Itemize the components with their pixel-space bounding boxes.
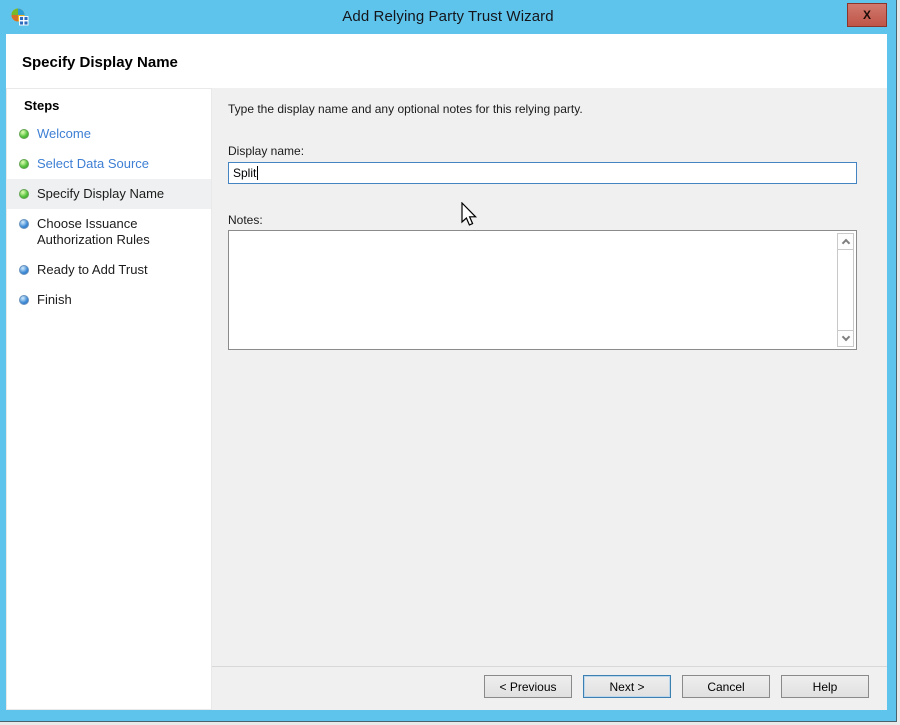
step-completed-icon xyxy=(19,189,29,199)
step-select-data-source[interactable]: Select Data Source xyxy=(7,149,211,179)
previous-button[interactable]: < Previous xyxy=(484,675,572,698)
scroll-up-button[interactable] xyxy=(838,234,853,250)
step-choose-issuance-authorization-rules: Choose Issuance Authorization Rules xyxy=(7,209,211,255)
text-caret xyxy=(257,166,258,180)
step-upcoming-icon xyxy=(19,295,29,305)
step-label: Specify Display Name xyxy=(37,186,179,202)
steps-title: Steps xyxy=(7,89,211,113)
form-area: Type the display name and any optional n… xyxy=(212,88,887,666)
display-name-label: Display name: xyxy=(228,144,857,158)
instruction-text: Type the display name and any optional n… xyxy=(228,102,857,117)
adfs-app-icon xyxy=(10,7,30,27)
notes-field xyxy=(228,230,857,350)
help-button[interactable]: Help xyxy=(781,675,869,698)
next-button[interactable]: Next > xyxy=(583,675,671,698)
close-icon: X xyxy=(863,8,871,22)
step-label: Finish xyxy=(37,292,179,308)
close-button[interactable]: X xyxy=(847,3,887,27)
step-label: Select Data Source xyxy=(37,156,179,172)
window-title: Add Relying Party Trust Wizard xyxy=(0,0,896,34)
notes-label: Notes: xyxy=(228,213,857,227)
display-name-input[interactable] xyxy=(228,162,857,184)
scroll-down-button[interactable] xyxy=(838,330,853,346)
page-header: Specify Display Name xyxy=(6,34,887,88)
cancel-button[interactable]: Cancel xyxy=(682,675,770,698)
main-panel: Type the display name and any optional n… xyxy=(212,88,887,710)
steps-sidebar: Steps Welcome Select Data Source Specify… xyxy=(6,88,212,710)
dialog-body: Specify Display Name Steps Welcome Selec… xyxy=(6,34,887,710)
step-label: Welcome xyxy=(37,126,179,142)
notes-textarea[interactable] xyxy=(229,231,834,349)
notes-scrollbar[interactable] xyxy=(837,233,854,347)
step-completed-icon xyxy=(19,159,29,169)
step-welcome[interactable]: Welcome xyxy=(7,119,211,149)
step-finish: Finish xyxy=(7,285,211,315)
step-label: Choose Issuance Authorization Rules xyxy=(37,216,179,248)
step-completed-icon xyxy=(19,129,29,139)
button-bar: < Previous Next > Cancel Help xyxy=(212,666,887,710)
page-title: Specify Display Name xyxy=(6,34,887,71)
step-ready-to-add-trust: Ready to Add Trust xyxy=(7,255,211,285)
chevron-down-icon xyxy=(841,332,849,340)
wizard-window: Add Relying Party Trust Wizard X Specify… xyxy=(0,0,897,722)
step-upcoming-icon xyxy=(19,219,29,229)
titlebar[interactable]: Add Relying Party Trust Wizard X xyxy=(0,0,896,34)
step-specify-display-name: Specify Display Name xyxy=(7,179,211,209)
scrollbar-track[interactable] xyxy=(838,250,853,330)
display-name-field xyxy=(228,162,857,184)
step-upcoming-icon xyxy=(19,265,29,275)
chevron-up-icon xyxy=(841,238,849,246)
step-label: Ready to Add Trust xyxy=(37,262,179,278)
